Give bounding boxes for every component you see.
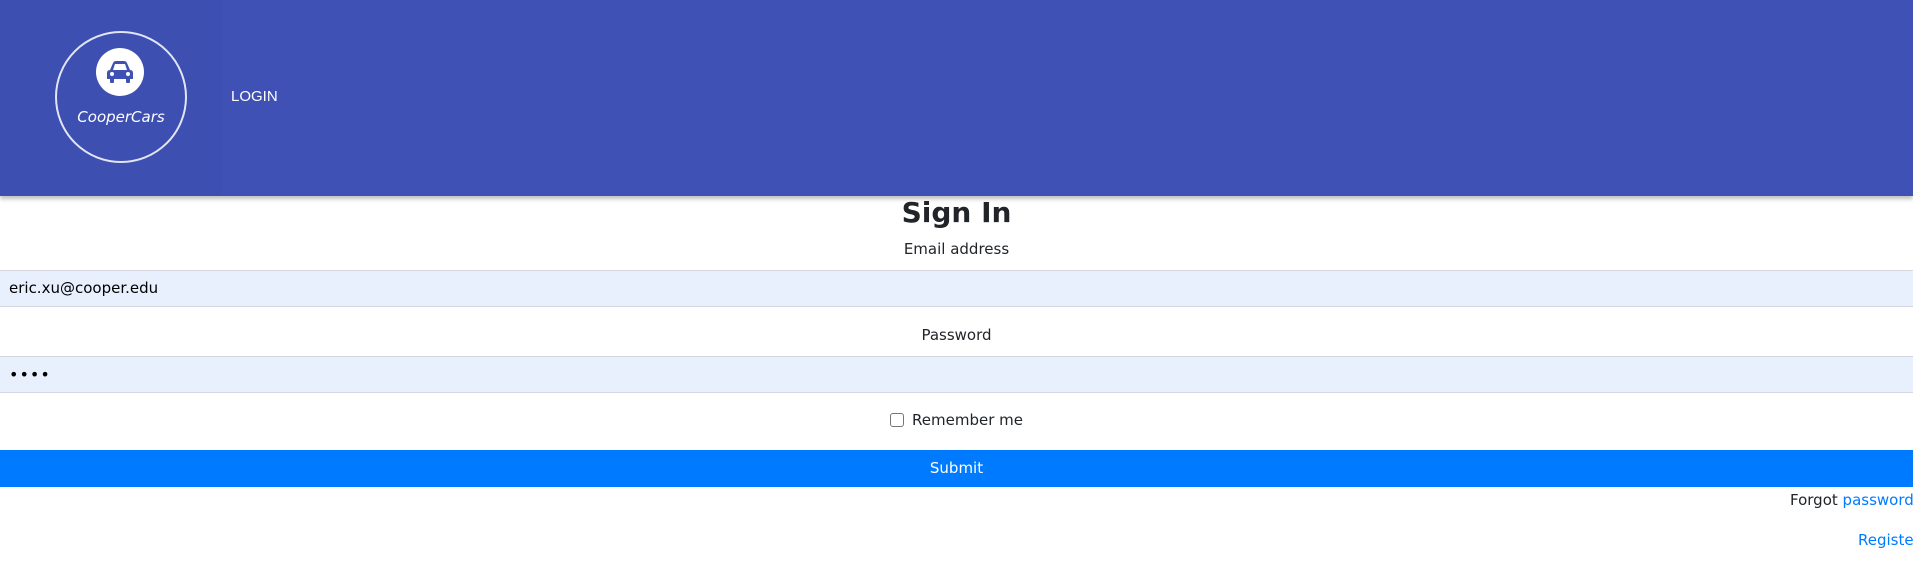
password-label: Password xyxy=(921,326,992,344)
forgot-prefix: Forgot xyxy=(1790,491,1838,509)
forgot-password-row: Forgot password? xyxy=(1790,491,1913,509)
remember-me-row: Remember me xyxy=(0,411,1913,429)
remember-me-checkbox[interactable] xyxy=(890,413,905,427)
logo-text: CooperCars xyxy=(77,108,165,126)
car-icon xyxy=(96,48,144,96)
remember-me-label[interactable]: Remember me xyxy=(912,411,1023,429)
top-navbar: CooperCars LOGIN xyxy=(0,0,1913,196)
page-title: Sign In xyxy=(901,196,1012,229)
register-link[interactable]: Register xyxy=(1858,531,1913,549)
logo-block[interactable]: CooperCars xyxy=(0,0,222,196)
nav-login-link[interactable]: LOGIN xyxy=(231,88,278,105)
email-label: Email address xyxy=(903,240,1010,258)
password-field[interactable]: •••• xyxy=(0,356,1913,393)
forgot-password-link[interactable]: password? xyxy=(1843,491,1913,509)
email-field[interactable]: eric.xu@cooper.edu xyxy=(0,270,1913,307)
submit-button[interactable]: Submit xyxy=(0,450,1913,487)
